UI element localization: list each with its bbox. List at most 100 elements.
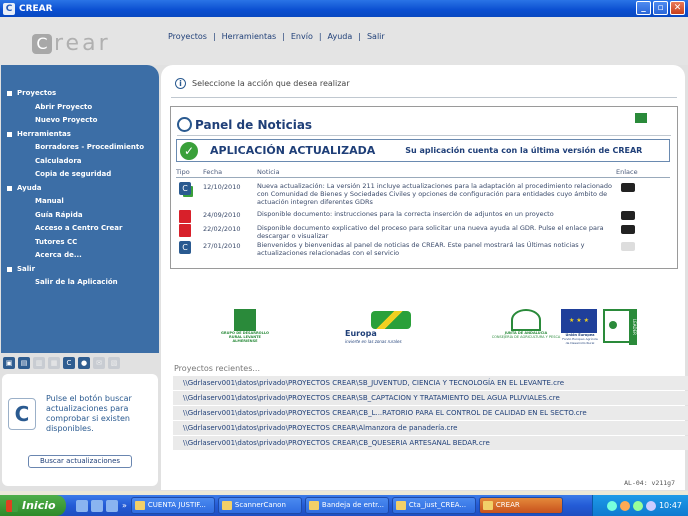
row-text: Disponible documento explicativo del pro…: [257, 224, 604, 240]
check-icon: ✓: [180, 141, 198, 160]
crear-update-icon: C: [8, 398, 36, 430]
quick-launch-chevron[interactable]: »: [122, 501, 127, 510]
close-button[interactable]: ✕: [670, 1, 685, 15]
recent-project-item[interactable]: \\Gdrlaserv001\datos\privado\PROYECTOS C…: [173, 436, 688, 450]
top-nav: Proyectos | Herramientas | Envío | Ayuda | S…: [168, 32, 385, 41]
sidebar-item-nuevo-proyecto[interactable]: Nuevo Proyecto: [1, 114, 159, 128]
recent-project-item[interactable]: \\Gdrlaserv001\datos\privado\PROYECTOS C…: [173, 421, 688, 435]
taskbar-button-cta-just[interactable]: Cta_just_CREA...: [391, 497, 476, 514]
send-icon[interactable]: ✉: [93, 357, 105, 369]
nav-ayuda[interactable]: Ayuda: [328, 32, 353, 41]
close-project-icon[interactable]: ▧: [108, 357, 120, 369]
updated-title: APLICACIÓN ACTUALIZADA: [210, 144, 376, 157]
row-text: Disponible documento: instrucciones para…: [257, 210, 554, 218]
nav-envio[interactable]: Envío: [291, 32, 313, 41]
toolbar-icon-row: ▣ ▤ ▥ ▦ C ● ✉ ▧: [3, 357, 120, 369]
folder-icon[interactable]: ▤: [18, 357, 30, 369]
tray-icon[interactable]: [606, 500, 617, 511]
email-icon[interactable]: [91, 499, 103, 512]
leader-logo: LEADER: [603, 309, 639, 345]
printer-link-icon[interactable]: [621, 225, 635, 234]
tray-icon[interactable]: [645, 500, 656, 511]
ie-icon[interactable]: [76, 499, 88, 512]
taskbar: Inicio » CUENTA JUSTIF... ScannerCanon B…: [0, 495, 688, 516]
recent-project-item[interactable]: \\Gdrlaserv001\datos\privado\PROYECTOS C…: [173, 406, 688, 420]
nav-herramientas[interactable]: Herramientas: [222, 32, 277, 41]
news-panel: Panel de Noticias ✓ APLICACIÓN ACTUALIZA…: [170, 106, 678, 269]
row-text: Nueva actualización: La versión 211 incl…: [257, 182, 613, 206]
col-fecha: Fecha: [203, 168, 223, 176]
sidebar-item-calculadora[interactable]: Calculadora: [1, 155, 159, 169]
sidebar-item-acerca-de[interactable]: Acerca de...: [1, 249, 159, 263]
media-icon[interactable]: [106, 499, 118, 512]
gdr-small-logo: [621, 113, 661, 135]
nav-salir[interactable]: Salir: [367, 32, 385, 41]
news-q-icon: [177, 117, 192, 132]
row-date: 22/02/2010: [203, 225, 241, 233]
divider: [171, 97, 677, 98]
sidebar-item-abrir-proyecto[interactable]: Abrir Proyecto: [1, 101, 159, 115]
printer-link-icon: [621, 242, 635, 251]
taskbar-button-cuenta[interactable]: CUENTA JUSTIF...: [130, 497, 215, 514]
pdf-icon: [179, 210, 191, 223]
check-updates-button[interactable]: Buscar actualizaciones: [28, 455, 132, 468]
col-tipo: Tipo: [176, 168, 190, 176]
system-tray: 10:47: [592, 495, 688, 516]
sidebar-item-guia-rapida[interactable]: Guía Rápida: [1, 209, 159, 223]
start-button[interactable]: Inicio: [0, 495, 66, 516]
recent-project-item[interactable]: \\Gdrlaserv001\datos\privado\PROYECTOS C…: [173, 391, 688, 405]
save-icon[interactable]: ▥: [33, 357, 45, 369]
printer-link-icon[interactable]: [621, 183, 635, 192]
print-icon[interactable]: ▦: [48, 357, 60, 369]
row-text: Bienvenidos y bienvenidas al panel de no…: [257, 241, 585, 257]
sidebar-item-manual[interactable]: Manual: [1, 195, 159, 209]
title-bar: C CREAR _ ▫ ✕: [0, 0, 688, 17]
maximize-button[interactable]: ▫: [653, 1, 668, 15]
update-type-icon: C: [179, 182, 191, 195]
tray-icon[interactable]: [619, 500, 630, 511]
printer-link-icon[interactable]: [621, 211, 635, 220]
row-date: 27/01/2010: [203, 242, 241, 250]
update-message: Pulse el botón buscar actualizaciones pa…: [46, 394, 132, 433]
sidebar-item-acceso-centro-crear[interactable]: Acceso a Centro Crear: [1, 222, 159, 236]
recent-project-item[interactable]: \\Gdrlaserv001\datos\privado\PROYECTOS C…: [173, 376, 688, 390]
minimize-button[interactable]: _: [636, 1, 651, 15]
sidebar-item-copia-seguridad[interactable]: Copia de seguridad: [1, 168, 159, 182]
news-title: Panel de Noticias: [177, 117, 312, 132]
sponsor-logos: GRUPO DE DESARROLLO RURAL LEVANTE ALMERI…: [161, 303, 685, 353]
sidebar-head-proyectos[interactable]: Proyectos: [1, 87, 159, 101]
window-title: CREAR: [19, 3, 53, 14]
version-label: AL-04: v211g7: [624, 479, 675, 487]
taskbar-button-crear[interactable]: CREAR: [478, 497, 563, 514]
clock: 10:47: [658, 501, 682, 510]
sidebar-head-ayuda[interactable]: Ayuda: [1, 182, 159, 196]
main-panel: i Seleccione la acción que desea realiza…: [161, 65, 688, 490]
row-date: 12/10/2010: [203, 183, 241, 191]
quick-launch: [76, 499, 118, 512]
recent-projects-title: Proyectos recientes...: [174, 364, 260, 373]
pdf-icon: [179, 224, 191, 237]
tray-icon[interactable]: [632, 500, 643, 511]
sidebar-item-tutores-cc[interactable]: Tutores CC: [1, 236, 159, 250]
sidebar-item-borradores[interactable]: Borradores - Procedimiento: [1, 141, 159, 155]
crear-app-icon: C: [3, 2, 15, 15]
sidebar-item-salir-aplicacion[interactable]: Salir de la Aplicación: [1, 276, 159, 290]
recent-projects-list: \\Gdrlaserv001\datos\privado\PROYECTOS C…: [173, 376, 688, 451]
info-icon: i: [175, 78, 186, 89]
col-enlace: Enlace: [616, 168, 638, 176]
taskbar-button-bandeja[interactable]: Bandeja de entr...: [304, 497, 389, 514]
crear-type-icon: C: [179, 241, 191, 254]
user-icon[interactable]: ●: [78, 357, 90, 369]
windows-flag-icon: [6, 499, 18, 512]
crear-icon[interactable]: C: [63, 357, 75, 369]
sidebar: Proyectos Abrir Proyecto Nuevo Proyecto …: [1, 65, 159, 353]
eu-flag-logo: ★ ★ ★ Unión Europea Fondo Europeo Agríco…: [561, 309, 599, 345]
nav-proyectos[interactable]: Proyectos: [168, 32, 207, 41]
sidebar-head-salir[interactable]: Salir: [1, 263, 159, 277]
taskbar-button-scanner[interactable]: ScannerCanon: [217, 497, 302, 514]
crear-logo: Crear: [32, 31, 111, 56]
sidebar-head-herramientas[interactable]: Herramientas: [1, 128, 159, 142]
update-box: C Pulse el botón buscar actualizaciones …: [2, 374, 158, 486]
open-folder-icon[interactable]: ▣: [3, 357, 15, 369]
updated-subtitle: Su aplicación cuenta con la última versi…: [405, 146, 643, 155]
